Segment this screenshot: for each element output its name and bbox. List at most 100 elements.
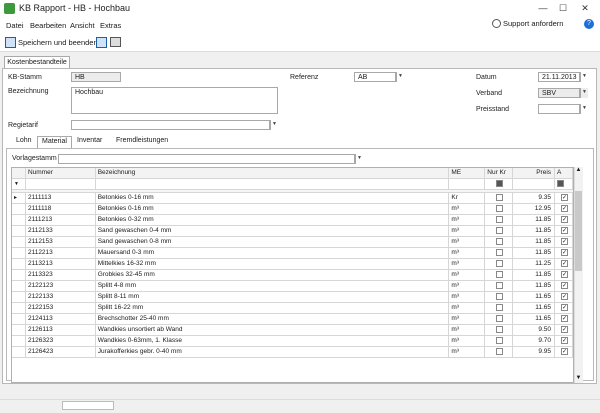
support-icon[interactable] — [492, 19, 501, 28]
cell-me[interactable]: m³ — [449, 226, 486, 237]
cell-a[interactable]: ✓ — [555, 303, 573, 314]
tab-inventar[interactable]: Inventar — [73, 136, 106, 148]
cell-bezeichnung[interactable]: Betonkies 0-16 mm — [95, 193, 450, 204]
kb-stamm-field[interactable]: HB — [71, 72, 121, 82]
checkbox[interactable]: ✓ — [561, 249, 568, 256]
cell-nur-kr[interactable] — [485, 325, 514, 336]
row-indicator[interactable] — [12, 325, 26, 336]
help-icon[interactable]: ? — [584, 19, 594, 29]
cell-nummer[interactable]: 2124113 — [25, 314, 96, 325]
header-nur-kr[interactable]: Nur Kr — [485, 168, 514, 179]
tab-lohn[interactable]: Lohn — [12, 136, 36, 148]
header-a[interactable]: A — [555, 168, 573, 179]
checkbox[interactable] — [496, 216, 504, 223]
checkbox[interactable] — [496, 282, 504, 289]
checkbox[interactable] — [496, 249, 504, 256]
cell-nummer[interactable]: 2111213 — [25, 215, 96, 226]
table-row[interactable]: 2112153 Sand gewaschen 0-8 mm m³ 11.85 ✓ — [12, 237, 573, 248]
cell-preis[interactable]: 11.85 — [513, 248, 556, 259]
cell-nummer[interactable]: 2113213 — [25, 259, 96, 270]
cell-a[interactable]: ✓ — [555, 259, 573, 270]
row-indicator[interactable] — [12, 303, 26, 314]
save-close-button[interactable]: Speichern und beenden — [18, 38, 98, 47]
cell-me[interactable]: m³ — [449, 215, 486, 226]
header-me[interactable]: ME — [449, 168, 486, 179]
header-preis[interactable]: Preis — [513, 168, 556, 179]
table-row[interactable]: 2124113 Brechschotter 25-40 mm m³ 11.65 ✓ — [12, 314, 573, 325]
checkbox[interactable]: ✓ — [561, 315, 568, 322]
cell-me[interactable]: m³ — [449, 292, 486, 303]
cell-a[interactable]: ✓ — [555, 226, 573, 237]
cell-nur-kr[interactable] — [485, 281, 514, 292]
bezeichnung-field[interactable]: Hochbau — [71, 87, 278, 114]
menu-bearbeiten[interactable]: Bearbeiten — [30, 21, 66, 30]
referenz-field[interactable]: AB — [354, 72, 396, 82]
cell-bezeichnung[interactable]: Brechschotter 25-40 mm — [95, 314, 450, 325]
row-indicator[interactable] — [12, 248, 26, 259]
checkbox[interactable]: ✓ — [561, 293, 568, 300]
checkbox[interactable]: ✓ — [561, 216, 568, 223]
scroll-down-icon[interactable]: ▼ — [575, 375, 582, 381]
cell-bezeichnung[interactable]: Mauersand 0-3 mm — [95, 248, 450, 259]
scroll-up-icon[interactable]: ▲ — [575, 167, 582, 173]
verband-dropdown-icon[interactable]: ▼ — [580, 88, 588, 98]
save-icon[interactable] — [96, 37, 107, 48]
row-indicator[interactable] — [12, 336, 26, 347]
table-row[interactable]: 2112133 Sand gewaschen 0-4 mm m³ 11.85 ✓ — [12, 226, 573, 237]
checkbox[interactable]: ✓ — [561, 348, 568, 355]
checkbox[interactable]: ✓ — [561, 337, 568, 344]
checkbox[interactable]: ✓ — [561, 260, 568, 267]
cell-nur-kr[interactable] — [485, 270, 514, 281]
cell-me[interactable]: m³ — [449, 248, 486, 259]
cell-preis[interactable]: 11.25 — [513, 259, 556, 270]
row-indicator[interactable] — [12, 259, 26, 270]
checkbox[interactable] — [496, 293, 504, 300]
cell-bezeichnung[interactable]: Splitt 16-22 mm — [95, 303, 450, 314]
preisstand-field[interactable] — [538, 104, 580, 114]
cell-bezeichnung[interactable]: Betonkies 0-32 mm — [95, 215, 450, 226]
cell-me[interactable]: m³ — [449, 347, 486, 358]
cell-preis[interactable]: 11.85 — [513, 226, 556, 237]
cell-preis[interactable]: 11.65 — [513, 292, 556, 303]
cell-a[interactable]: ✓ — [555, 193, 573, 204]
checkbox[interactable] — [496, 205, 504, 212]
cell-me[interactable]: m³ — [449, 237, 486, 248]
cell-preis[interactable]: 9.70 — [513, 336, 556, 347]
cell-bezeichnung[interactable]: Splitt 4-8 mm — [95, 281, 450, 292]
filter-bezeichnung[interactable] — [95, 179, 450, 190]
cell-preis[interactable]: 9.35 — [513, 193, 556, 204]
checkbox[interactable] — [496, 315, 504, 322]
checkbox[interactable]: ✓ — [561, 205, 568, 212]
cell-nur-kr[interactable] — [485, 237, 514, 248]
checkbox[interactable] — [496, 194, 504, 201]
cell-nummer[interactable]: 2122153 — [25, 303, 96, 314]
cell-preis[interactable]: 11.65 — [513, 303, 556, 314]
cell-a[interactable]: ✓ — [555, 248, 573, 259]
row-indicator[interactable] — [12, 347, 26, 358]
row-indicator[interactable] — [12, 237, 26, 248]
checkbox[interactable]: ✓ — [561, 238, 568, 245]
checkbox[interactable]: ✓ — [561, 194, 568, 201]
cell-a[interactable]: ✓ — [555, 347, 573, 358]
cell-nur-kr[interactable] — [485, 259, 514, 270]
regietarif-dropdown-icon[interactable]: ▼ — [270, 120, 278, 130]
cell-bezeichnung[interactable]: Betonkies 0-16 mm — [95, 204, 450, 215]
cell-a[interactable]: ✓ — [555, 270, 573, 281]
checkbox[interactable] — [496, 337, 504, 344]
table-row[interactable]: 2122153 Splitt 16-22 mm m³ 11.65 ✓ — [12, 303, 573, 314]
row-indicator[interactable] — [12, 281, 26, 292]
row-indicator[interactable] — [12, 215, 26, 226]
regietarif-field[interactable] — [71, 120, 270, 130]
table-row[interactable]: 2122133 Splitt 8-11 mm m³ 11.65 ✓ — [12, 292, 573, 303]
cell-me[interactable]: m³ — [449, 281, 486, 292]
cell-bezeichnung[interactable]: Wandkies 0-63mm, 1. Klasse — [95, 336, 450, 347]
minimize-button[interactable]: — — [536, 2, 550, 14]
row-indicator[interactable]: ▸ — [12, 193, 26, 204]
verband-field[interactable]: SBV — [538, 88, 580, 98]
cell-nummer[interactable]: 2112153 — [25, 237, 96, 248]
checkbox[interactable] — [496, 348, 504, 355]
cell-preis[interactable]: 12.95 — [513, 204, 556, 215]
cell-bezeichnung[interactable]: Mittelkies 16-32 mm — [95, 259, 450, 270]
vorlagestamm-field[interactable] — [58, 154, 355, 164]
cell-bezeichnung[interactable]: Sand gewaschen 0-4 mm — [95, 226, 450, 237]
